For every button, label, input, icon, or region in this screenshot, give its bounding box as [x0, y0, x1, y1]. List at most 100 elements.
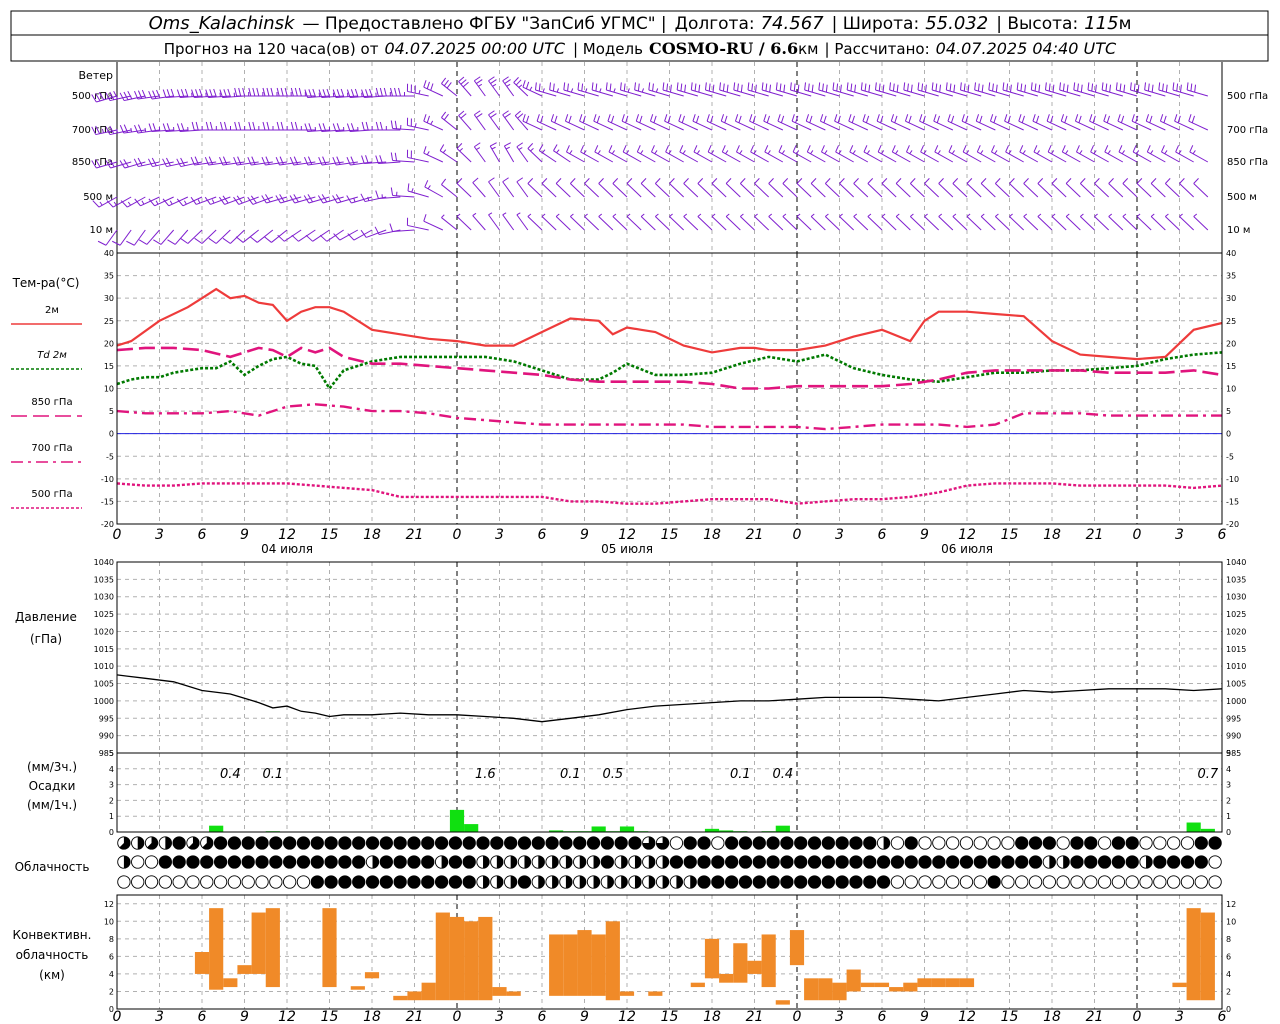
- cloud-symbol: [158, 836, 172, 850]
- wind-barb: [549, 82, 571, 97]
- wind-barb-feather: [361, 121, 365, 131]
- wind-barb: [347, 229, 373, 241]
- wind-barb-feather: [920, 145, 925, 153]
- wind-level-label-right: 700 гПа: [1227, 125, 1268, 136]
- temp-xtick-label: 15: [321, 527, 339, 543]
- wind-barb-feather: [566, 145, 570, 153]
- wind-barb-feather: [665, 145, 670, 153]
- pressure-ytick-right: 1000: [1226, 697, 1246, 706]
- cloud-symbol: [1070, 855, 1084, 869]
- cloud-symbol: [987, 836, 1001, 850]
- wind-barb: [739, 178, 755, 198]
- wind-barb: [555, 213, 571, 231]
- wind-barb: [640, 178, 656, 198]
- wind-barb: [683, 213, 699, 231]
- wind-barb-feather: [319, 234, 328, 242]
- wind-barb-staff: [1193, 183, 1209, 198]
- wind-barb-feather: [950, 115, 955, 123]
- wind-barb: [920, 145, 939, 163]
- wind-barb-feather: [704, 82, 707, 91]
- wind-barb: [472, 177, 486, 198]
- wind-barb-half-feather: [824, 150, 828, 155]
- temp-ytick-right: -5: [1226, 452, 1234, 461]
- wind-barb: [634, 82, 656, 97]
- wind-barb: [1189, 145, 1209, 163]
- wind-barb: [626, 178, 642, 198]
- wind-barb: [1009, 178, 1025, 198]
- wind-barb-staff: [1076, 151, 1095, 163]
- bottom-xtick-label: 15: [321, 1009, 339, 1024]
- cloud-fill-partial: [883, 836, 890, 850]
- convective-bar: [322, 908, 337, 988]
- wind-barb-staff: [527, 216, 543, 231]
- temp-xtick-label: 18: [1043, 527, 1061, 543]
- cloud-symbol: [1194, 836, 1208, 850]
- cloud-fill-partial: [593, 855, 600, 869]
- calc-datetime: 04.07.2025 04:40 UTC: [936, 39, 1117, 58]
- wind-barb-feather: [1021, 115, 1025, 123]
- wind-barb-feather: [1161, 145, 1165, 153]
- cloud-symbol: [821, 875, 835, 889]
- wind-barb-half-feather: [418, 89, 421, 95]
- wind-barb-feather: [637, 83, 640, 92]
- wind-barb: [754, 213, 770, 231]
- wind-barb-feather: [365, 121, 369, 131]
- pressure-ytick-left: 990: [99, 732, 114, 741]
- wind-barb-feather: [1030, 82, 1033, 91]
- temp-ytick-left: -15: [101, 497, 114, 506]
- cloud-fill-overcast: [1112, 855, 1125, 869]
- cloud-fill-overcast: [242, 836, 255, 850]
- convective-bar: [449, 916, 465, 1001]
- precip-total-label: 0.4: [772, 767, 793, 782]
- cloud-fill-overcast: [987, 875, 1001, 889]
- wind-barb-staff: [1090, 151, 1109, 163]
- cloud-fill-partial: [648, 875, 655, 889]
- cloud-symbol: [172, 875, 186, 889]
- wind-barb-staff: [1193, 216, 1209, 231]
- convective-ytick-left: 0: [109, 1005, 114, 1014]
- wind-barb-half-feather: [1022, 150, 1026, 155]
- wind-barb-feather: [424, 180, 429, 188]
- wind-barb-staff: [938, 216, 954, 231]
- wind-barb-feather: [596, 115, 600, 123]
- wind-barb-half-feather: [459, 148, 463, 152]
- wind-barb-feather: [1150, 178, 1157, 184]
- convective-bar: [846, 969, 861, 992]
- cloud-fill-partial: [441, 855, 448, 869]
- wind-barb: [750, 145, 769, 163]
- pressure-ytick-left: 1010: [94, 662, 114, 671]
- wind-barb-staff: [782, 183, 798, 198]
- wind-barb-feather: [262, 121, 266, 131]
- cloud-symbol: [476, 875, 490, 889]
- cloud-circle: [1180, 875, 1195, 889]
- wind-barb: [725, 213, 741, 231]
- cloud-symbol: [186, 836, 200, 850]
- wind-barb-feather: [863, 145, 868, 153]
- wind-barb-staff: [1009, 183, 1025, 198]
- wind-barb: [423, 80, 444, 97]
- wind-barb-half-feather: [909, 150, 913, 155]
- wind-barb: [775, 82, 798, 97]
- wind-barb-feather: [550, 114, 555, 122]
- cloud-fill-overcast: [324, 875, 338, 889]
- wind-barb: [516, 177, 529, 198]
- cloud-fill-overcast: [504, 836, 517, 850]
- convective-bar: [393, 995, 408, 1001]
- cloud-symbol: [573, 875, 587, 889]
- wind-barb-feather: [525, 115, 530, 123]
- cloud-circle: [890, 875, 905, 889]
- wind-barb-feather: [635, 114, 640, 122]
- wind-barb: [733, 82, 755, 97]
- wind-barb: [910, 213, 925, 231]
- wind-barb: [938, 213, 954, 231]
- wind-barb-feather: [692, 114, 696, 122]
- wind-barb: [262, 87, 287, 97]
- pressure-ytick-right: 990: [1226, 732, 1241, 741]
- pressure-ytick-left: 1035: [94, 575, 114, 584]
- cloud-symbol: [614, 855, 628, 869]
- wind-barb-staff: [378, 229, 401, 236]
- cloud-fill-partial: [579, 875, 586, 889]
- cloud-fill-overcast: [352, 875, 365, 889]
- cloud-symbol: [600, 855, 614, 869]
- wind-barb-half-feather: [478, 83, 483, 87]
